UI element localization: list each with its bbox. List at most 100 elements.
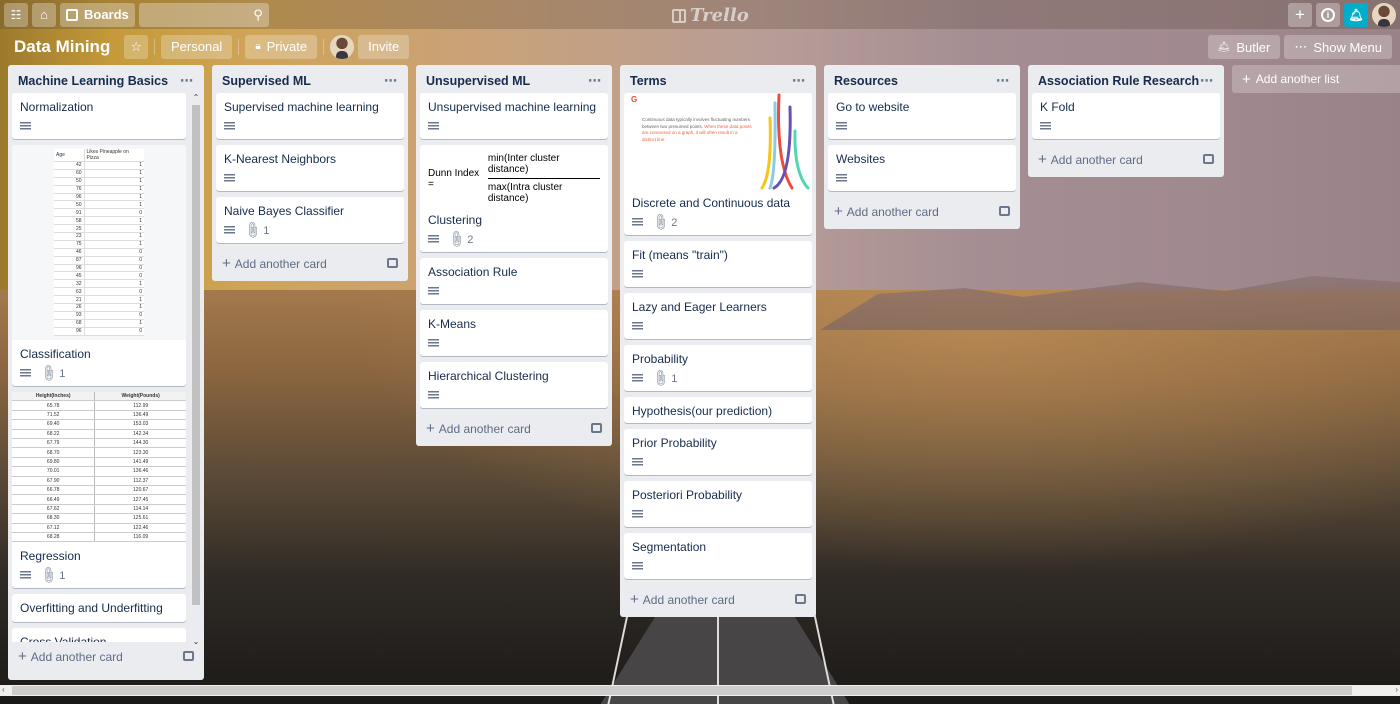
scroll-right-icon[interactable]: › [1395,685,1398,694]
add-card-label: Add another card [846,204,939,219]
table-cell: 71.52 [12,410,96,421]
list-menu-icon[interactable]: ⋯ [588,73,602,89]
table-row: 67.62 114.14 [12,504,186,515]
card[interactable]: Lazy and Eager Learners [624,293,812,339]
board-horizontal-scrollbar[interactable]: ‹ › [0,685,1400,696]
card[interactable]: K-Nearest Neighbors [216,145,404,191]
description-icon [632,458,643,466]
trello-logo[interactable]: Trello [672,5,749,26]
list-menu-icon[interactable]: ⋯ [996,73,1010,89]
boards-button[interactable]: Boards [60,2,135,27]
scrollbar-thumb[interactable] [192,105,200,605]
description-icon [428,339,439,347]
description-icon [632,270,643,278]
list-menu-icon[interactable]: ⋯ [792,73,806,89]
card[interactable]: Normalization [12,93,186,139]
list-menu-icon[interactable]: ⋯ [180,73,194,89]
add-card-button[interactable]: + Add another card [416,414,612,446]
add-card-button[interactable]: + Add another card [212,249,408,281]
card-template-icon[interactable] [999,206,1010,216]
show-menu-button[interactable]: ⋯ Show Menu [1284,35,1392,59]
add-card-button[interactable]: + Add another card [1028,145,1224,177]
table-cell: 141.49 [94,457,186,468]
table-cell: 114.14 [94,504,186,515]
list-menu-icon[interactable]: ⋯ [384,73,398,89]
list-title[interactable]: Terms [630,74,667,88]
table-row: 96 1 [54,193,144,202]
search-input[interactable]: ⚲ [138,2,269,27]
attachment-count: 1 [263,225,270,237]
add-list-button[interactable]: + Add another list [1232,65,1400,93]
scroll-up-icon[interactable]: ⌃ [191,93,201,102]
butler-button[interactable]: 🛎︎ Butler [1207,35,1281,59]
list-title[interactable]: Unsupervised ML [426,74,530,88]
description-icon [836,174,847,182]
add-card-button[interactable]: + Add another card [620,585,816,617]
add-card-label: Add another card [1050,152,1143,167]
card[interactable]: Fit (means "train") [624,241,812,287]
card-template-icon[interactable] [795,594,806,604]
description-icon [224,122,235,130]
add-card-button[interactable]: + Add another card [8,642,204,674]
table-cell: 122.46 [94,523,186,533]
card[interactable]: Supervised machine learning [216,93,404,139]
invite-button[interactable]: Invite [358,34,410,59]
apps-button[interactable]: ☷ [4,2,28,27]
card[interactable]: Unsupervised machine learning [420,93,608,139]
member-avatar[interactable] [330,34,355,59]
card-template-icon[interactable] [591,423,602,433]
notifications-button[interactable]: 🔔︎ [1344,3,1368,27]
table-cell: 0 [84,208,144,218]
home-button[interactable]: ⌂ [32,2,56,27]
scroll-left-icon[interactable]: ‹ [2,685,5,694]
card[interactable]: Height(Inches) Weight(Pounds) 65.78 112.99 7… [12,391,186,589]
card[interactable]: Cross Validation [12,628,186,642]
card[interactable]: Association Rule [420,258,608,304]
list-scrollbar[interactable]: ⌃ ⌄ [191,93,201,646]
trello-logo-text: Trello [690,5,749,26]
card[interactable]: Prior Probability [624,429,812,475]
card[interactable]: Probability 📎︎ 1 [624,345,812,391]
team-button[interactable]: Personal [161,34,233,59]
card[interactable]: K Fold [1032,93,1220,139]
table-header-cell: Weight(Pounds) [94,391,186,402]
star-button[interactable]: ☆ [124,34,148,59]
card[interactable]: K-Means [420,310,608,356]
scrollbar-thumb[interactable] [12,686,1352,695]
list-title[interactable]: Resources [834,74,898,88]
card[interactable]: G Continuous data typically involves flu… [624,93,812,235]
card[interactable]: Naive Bayes Classifier 📎︎ 1 [216,197,404,243]
card-template-icon[interactable] [1203,154,1214,164]
card-title: Segmentation [632,540,707,554]
list-title[interactable]: Association Rule Research [1038,74,1199,88]
card[interactable]: Age Likes Pineapple on Pizza 42 1 60 1 50 1 76 1 9… [12,145,186,386]
board-title[interactable]: Data Mining [8,37,116,57]
card[interactable]: Dunn Index = min(Inter cluster distance)… [420,145,608,252]
card[interactable]: Hierarchical Clustering [420,362,608,408]
description-icon [428,122,439,130]
visibility-button[interactable]: 🔒︎ Private [245,34,318,59]
list-menu-icon[interactable]: ⋯ [1200,73,1214,89]
card[interactable]: Segmentation [624,533,812,579]
plus-icon: + [834,202,843,220]
list-title[interactable]: Machine Learning Basics [18,74,168,88]
card-template-icon[interactable] [387,258,398,268]
table-row: 66.49 127.45 [12,494,186,505]
table-row: 25 1 [54,224,144,234]
info-button[interactable]: i [1316,3,1340,27]
card-template-icon[interactable] [183,651,194,661]
table-cell: 1 [84,303,144,312]
create-button[interactable]: + [1288,3,1312,27]
card-title: Go to website [836,100,910,114]
card[interactable]: Posteriori Probability [624,481,812,527]
card[interactable]: Go to website [828,93,1016,139]
card[interactable]: Overfitting and Underfitting [12,594,186,623]
list-title[interactable]: Supervised ML [222,74,311,88]
card[interactable]: Websites [828,145,1016,191]
search-icon: ⚲ [253,6,263,22]
add-card-button[interactable]: + Add another card [824,197,1020,229]
table-cell: 63 [54,287,85,297]
card[interactable]: Hypothesis(our prediction) [624,397,812,423]
avatar[interactable] [1372,3,1396,27]
scroll-down-icon[interactable]: ⌄ [191,637,201,646]
